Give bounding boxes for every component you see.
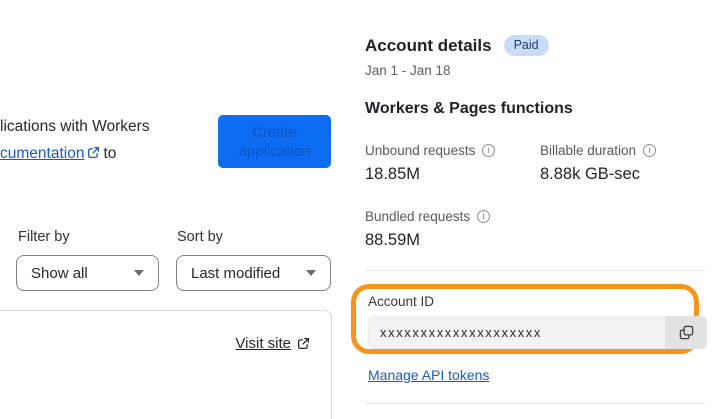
filter-by-label: Filter by bbox=[18, 229, 70, 245]
metric-label: Billable duration bbox=[540, 143, 637, 158]
copy-button[interactable] bbox=[665, 316, 707, 349]
documentation-link[interactable]: cumentation bbox=[0, 145, 84, 162]
info-icon[interactable]: i bbox=[477, 210, 491, 223]
workers-pages-dashboard: lications with Workers cumentation to Cre… bbox=[0, 0, 718, 419]
chevron-down-icon bbox=[134, 270, 144, 276]
intro-line2-tail: to bbox=[103, 144, 117, 162]
visit-site-label: Visit site bbox=[235, 335, 291, 352]
divider bbox=[365, 403, 705, 404]
external-link-icon bbox=[297, 337, 310, 350]
info-icon[interactable]: i bbox=[643, 144, 657, 157]
copy-icon bbox=[679, 325, 694, 340]
project-card: Visit site bbox=[0, 310, 332, 419]
visit-site-link[interactable]: Visit site bbox=[235, 335, 313, 352]
functions-section-title: Workers & Pages functions bbox=[365, 100, 573, 117]
metric-billable-duration: Billable duration i 8.88k GB-sec bbox=[540, 143, 657, 184]
sort-dropdown[interactable]: Last modified bbox=[176, 255, 331, 291]
filter-dropdown[interactable]: Show all bbox=[16, 255, 159, 291]
info-icon[interactable]: i bbox=[482, 144, 496, 157]
metric-value: 8.88k GB-sec bbox=[540, 165, 640, 183]
account-details-header: Account details Paid bbox=[365, 35, 549, 56]
intro-line1: lications with Workers bbox=[0, 118, 150, 135]
external-link-icon bbox=[87, 142, 100, 158]
sort-by-label: Sort by bbox=[177, 229, 223, 245]
filter-dropdown-value: Show all bbox=[31, 264, 88, 282]
metric-label: Unbound requests bbox=[365, 143, 476, 158]
intro-line2: cumentation to bbox=[0, 141, 150, 168]
sort-dropdown-value: Last modified bbox=[191, 264, 281, 282]
metric-label: Bundled requests bbox=[365, 209, 471, 224]
account-id-input[interactable] bbox=[368, 316, 707, 349]
metric-value: 88.59M bbox=[365, 231, 421, 249]
chevron-down-icon bbox=[306, 270, 316, 276]
account-details-title: Account details bbox=[365, 35, 492, 55]
create-application-button[interactable]: Create application bbox=[218, 115, 331, 168]
billing-date-range: Jan 1 - Jan 18 bbox=[365, 63, 451, 78]
manage-api-tokens-link[interactable]: Manage API tokens bbox=[368, 367, 489, 383]
intro-text: lications with Workers cumentation to bbox=[0, 114, 150, 167]
metric-unbound-requests: Unbound requests i 18.85M bbox=[365, 143, 496, 184]
paid-plan-badge: Paid bbox=[503, 35, 549, 56]
divider bbox=[365, 270, 705, 271]
account-id-label: Account ID bbox=[368, 294, 435, 309]
metric-bundled-requests: Bundled requests i 88.59M bbox=[365, 209, 491, 250]
account-id-field-group bbox=[368, 316, 707, 349]
metric-value: 18.85M bbox=[365, 165, 421, 183]
